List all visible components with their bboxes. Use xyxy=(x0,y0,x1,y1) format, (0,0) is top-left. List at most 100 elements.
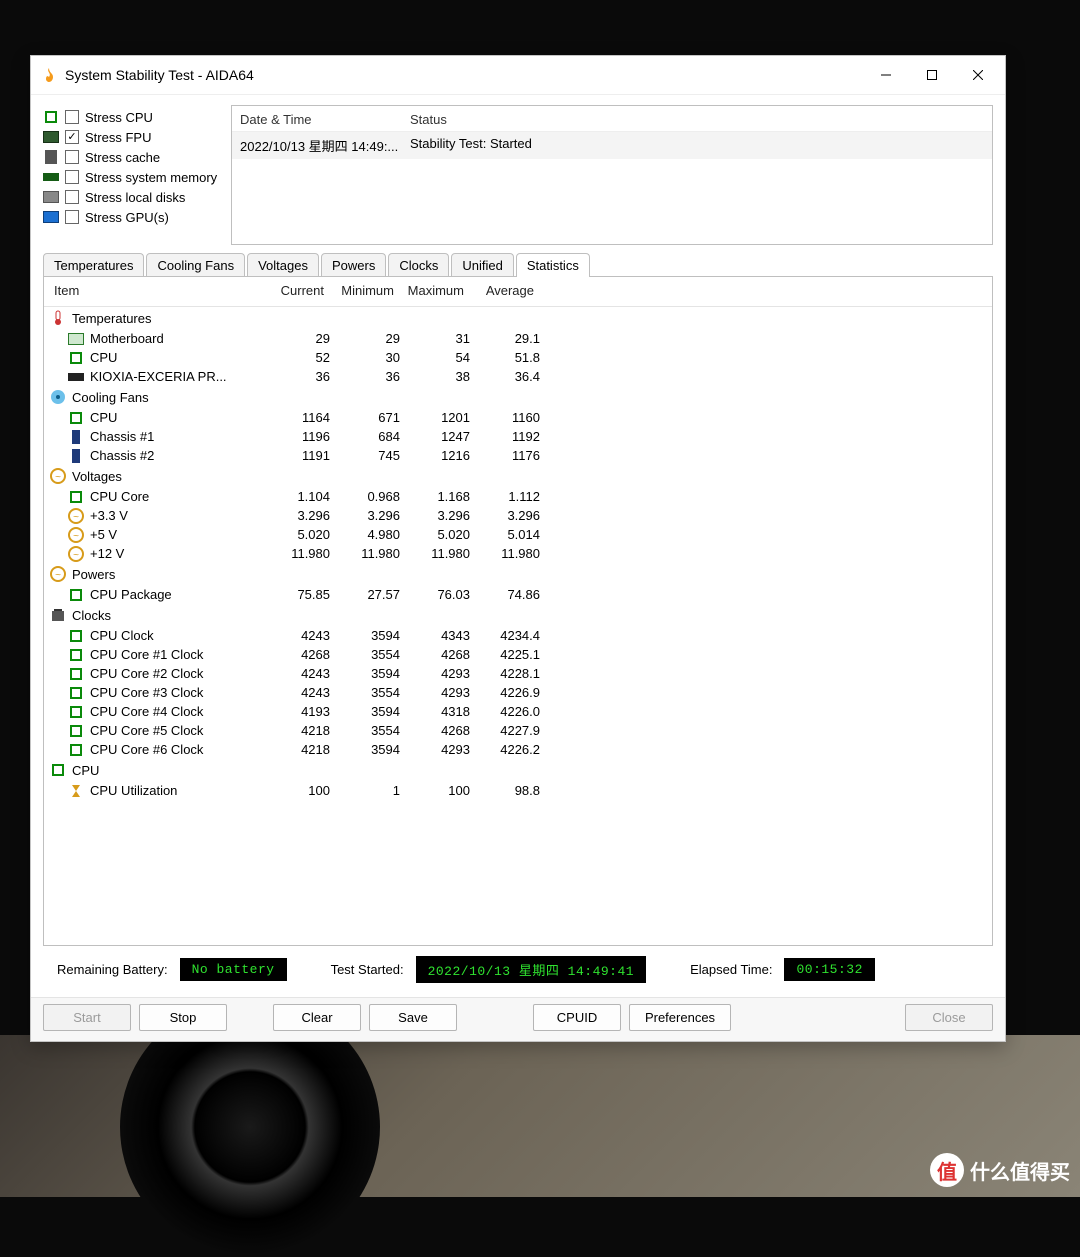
row-cpu-core-1-clock-minimum: 3554 xyxy=(330,647,400,662)
row-cpu-clock-average: 4234.4 xyxy=(470,628,540,643)
row-chassis-1-label: Chassis #1 xyxy=(90,429,260,444)
elapsed-label: Elapsed Time: xyxy=(690,962,772,977)
stress-gpu-checkbox[interactable] xyxy=(65,210,79,224)
group-cpu-label: CPU xyxy=(72,763,99,778)
stress-cpu-checkbox[interactable] xyxy=(65,110,79,124)
stress-cache[interactable]: Stress cache xyxy=(43,149,223,165)
row-plus-12v[interactable]: ~ +12 V 11.980 11.980 11.980 11.980 xyxy=(44,544,992,563)
row-plus-12v-maximum: 11.980 xyxy=(400,546,470,561)
clocks-icon xyxy=(50,607,66,623)
cpu-core-2-clock-icon xyxy=(68,667,84,681)
save-button[interactable]: Save xyxy=(369,1004,457,1031)
header-maximum: Maximum xyxy=(394,283,464,298)
row-plus-3-3v-current: 3.296 xyxy=(260,508,330,523)
row-cpu-fan-average: 1160 xyxy=(470,410,540,425)
powers-icon: ~ xyxy=(50,566,66,582)
window-title: System Stability Test - AIDA64 xyxy=(65,67,254,83)
stop-button[interactable]: Stop xyxy=(139,1004,227,1031)
log-panel: Date & Time Status 2022/10/13 星期四 14:49:… xyxy=(231,105,993,245)
battery-value: No battery xyxy=(180,958,287,981)
row-plus-12v-average: 11.980 xyxy=(470,546,540,561)
maximize-button[interactable] xyxy=(909,59,955,91)
stress-disks[interactable]: Stress local disks xyxy=(43,189,223,205)
test-started-label: Test Started: xyxy=(331,962,404,977)
cpu-fan-icon xyxy=(68,411,84,425)
row-cpu-fan-label: CPU xyxy=(90,410,260,425)
row-cpu-utilization-current: 100 xyxy=(260,783,330,798)
row-plus-3-3v[interactable]: ~ +3.3 V 3.296 3.296 3.296 3.296 xyxy=(44,506,992,525)
row-cpu-core-5-clock-current: 4218 xyxy=(260,723,330,738)
row-motherboard[interactable]: Motherboard 29 29 31 29.1 xyxy=(44,329,992,348)
svg-text:~: ~ xyxy=(55,570,61,581)
row-plus-5v[interactable]: ~ +5 V 5.020 4.980 5.020 5.014 xyxy=(44,525,992,544)
row-cpu-temp-current: 52 xyxy=(260,350,330,365)
row-cpu-core-3-clock[interactable]: CPU Core #3 Clock 4243 3554 4293 4226.9 xyxy=(44,683,992,702)
row-chassis-2[interactable]: Chassis #2 1191 745 1216 1176 xyxy=(44,446,992,465)
tab-temperatures[interactable]: Temperatures xyxy=(43,253,144,277)
close-button[interactable] xyxy=(955,59,1001,91)
header-current: Current xyxy=(254,283,324,298)
stress-cache-checkbox[interactable] xyxy=(65,150,79,164)
group-powers: ~ Powers xyxy=(44,563,992,585)
row-cpu-core-5-clock[interactable]: CPU Core #5 Clock 4218 3554 4268 4227.9 xyxy=(44,721,992,740)
tab-powers[interactable]: Powers xyxy=(321,253,386,277)
row-plus-3-3v-minimum: 3.296 xyxy=(330,508,400,523)
gpu-icon xyxy=(43,211,59,223)
watermark: 值 什么值得买 xyxy=(930,1153,1070,1187)
row-cpu-core-3-clock-label: CPU Core #3 Clock xyxy=(90,685,260,700)
row-cpu-fan[interactable]: CPU 1164 671 1201 1160 xyxy=(44,408,992,427)
status-bar: Remaining Battery: No battery Test Start… xyxy=(43,946,993,989)
plus-3-3v-icon: ~ xyxy=(68,509,84,523)
row-cpu-core-3-clock-minimum: 3554 xyxy=(330,685,400,700)
row-cpu-core-4-clock[interactable]: CPU Core #4 Clock 4193 3594 4318 4226.0 xyxy=(44,702,992,721)
row-cpu-package-power[interactable]: CPU Package 75.85 27.57 76.03 74.86 xyxy=(44,585,992,604)
stress-fpu-checkbox[interactable] xyxy=(65,130,79,144)
close-panel-button[interactable]: Close xyxy=(905,1004,993,1031)
stress-memory[interactable]: Stress system memory xyxy=(43,169,223,185)
row-cpu-core-1-clock-current: 4268 xyxy=(260,647,330,662)
tab-voltages[interactable]: Voltages xyxy=(247,253,319,277)
row-cpu-core-6-clock-average: 4226.2 xyxy=(470,742,540,757)
stress-memory-checkbox[interactable] xyxy=(65,170,79,184)
row-chassis-2-maximum: 1216 xyxy=(400,448,470,463)
row-chassis-2-average: 1176 xyxy=(470,448,540,463)
log-row[interactable]: 2022/10/13 星期四 14:49:... Stability Test:… xyxy=(232,132,992,159)
log-row-status: Stability Test: Started xyxy=(410,136,984,155)
start-button[interactable]: Start xyxy=(43,1004,131,1031)
stress-fpu[interactable]: Stress FPU xyxy=(43,129,223,145)
row-cpu-core-2-clock[interactable]: CPU Core #2 Clock 4243 3594 4293 4228.1 xyxy=(44,664,992,683)
minimize-button[interactable] xyxy=(863,59,909,91)
row-kioxia-ssd[interactable]: KIOXIA-EXCERIA PR... 36 36 38 36.4 xyxy=(44,367,992,386)
group-temperatures: Temperatures xyxy=(44,307,992,329)
row-plus-12v-current: 11.980 xyxy=(260,546,330,561)
stress-disks-checkbox[interactable] xyxy=(65,190,79,204)
stress-cpu[interactable]: Stress CPU xyxy=(43,109,223,125)
row-cpu-core-6-clock[interactable]: CPU Core #6 Clock 4218 3594 4293 4226.2 xyxy=(44,740,992,759)
plus-5v-icon: ~ xyxy=(68,528,84,542)
preferences-button[interactable]: Preferences xyxy=(629,1004,731,1031)
cpuid-button[interactable]: CPUID xyxy=(533,1004,621,1031)
row-cpu-package-power-average: 74.86 xyxy=(470,587,540,602)
row-cpu-core-2-clock-minimum: 3594 xyxy=(330,666,400,681)
group-powers-label: Powers xyxy=(72,567,115,582)
row-kioxia-ssd-average: 36.4 xyxy=(470,369,540,384)
row-chassis-1[interactable]: Chassis #1 1196 684 1247 1192 xyxy=(44,427,992,446)
row-cpu-clock[interactable]: CPU Clock 4243 3594 4343 4234.4 xyxy=(44,626,992,645)
tab-statistics[interactable]: Statistics xyxy=(516,253,590,277)
cpu-core-voltage-icon xyxy=(68,490,84,504)
row-cpu-core-voltage[interactable]: CPU Core 1.104 0.968 1.168 1.112 xyxy=(44,487,992,506)
log-row-date: 2022/10/13 星期四 14:49:... xyxy=(240,136,410,155)
row-cpu-core-1-clock[interactable]: CPU Core #1 Clock 4268 3554 4268 4225.1 xyxy=(44,645,992,664)
cooling-fans-icon xyxy=(50,389,66,405)
clear-button[interactable]: Clear xyxy=(273,1004,361,1031)
row-cpu-core-2-clock-average: 4228.1 xyxy=(470,666,540,681)
tab-cooling-fans[interactable]: Cooling Fans xyxy=(146,253,245,277)
stress-gpu[interactable]: Stress GPU(s) xyxy=(43,209,223,225)
tab-clocks[interactable]: Clocks xyxy=(388,253,449,277)
row-cpu-package-power-label: CPU Package xyxy=(90,587,260,602)
motherboard-icon xyxy=(68,332,84,346)
row-cpu-utilization[interactable]: CPU Utilization 100 1 100 98.8 xyxy=(44,781,992,800)
row-cpu-temp[interactable]: CPU 52 30 54 51.8 xyxy=(44,348,992,367)
row-cpu-temp-maximum: 54 xyxy=(400,350,470,365)
tab-unified[interactable]: Unified xyxy=(451,253,513,277)
